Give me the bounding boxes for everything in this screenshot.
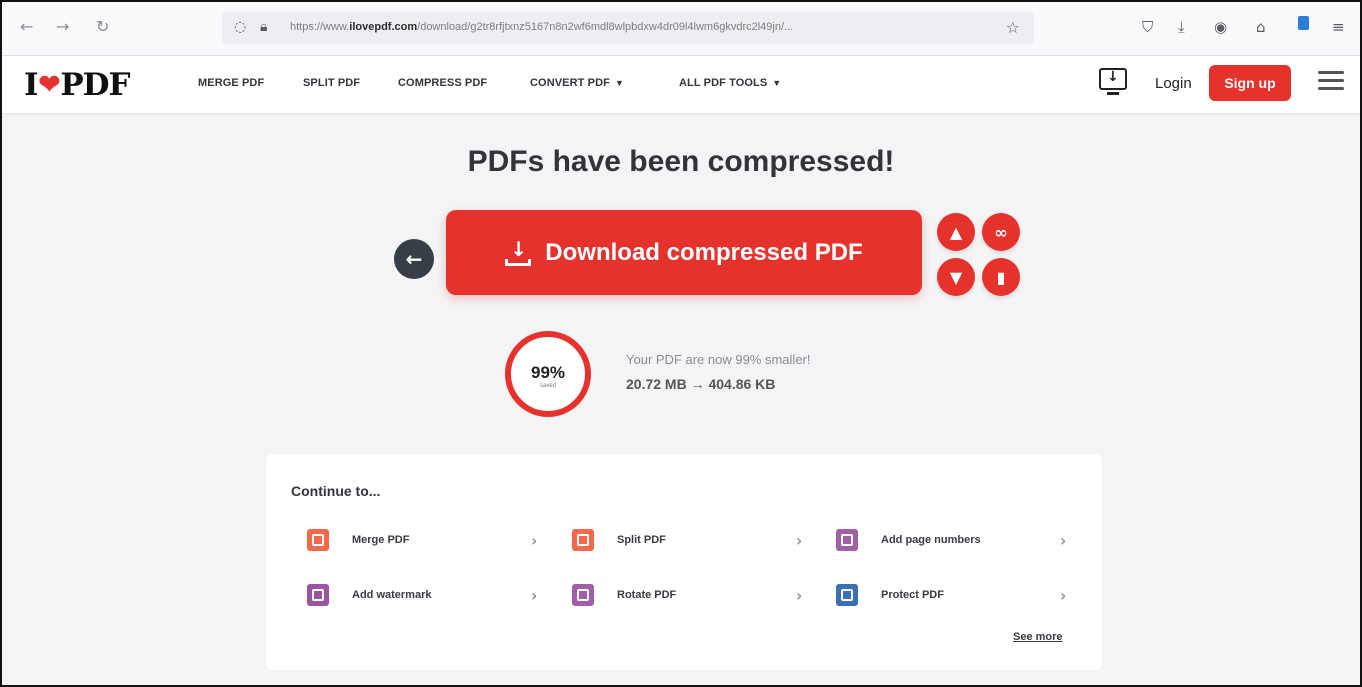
browser-toolbar: ← → ↻ ◌ 🔒︎ https://www.ilovepdf.com/down… bbox=[0, 0, 1362, 56]
desktop-app-icon[interactable]: ↓ bbox=[1096, 66, 1130, 98]
trash-icon: ▮ bbox=[996, 267, 1006, 287]
nav-convert-label: CONVERT PDF bbox=[530, 77, 610, 89]
url-domain: ilovepdf.com bbox=[349, 21, 418, 33]
share-link-button[interactable]: ∞ bbox=[982, 213, 1020, 251]
forward-arrow-icon[interactable]: → bbox=[56, 17, 69, 36]
caret-down-icon: ▼ bbox=[772, 78, 782, 88]
download-icon: ↓ bbox=[505, 237, 532, 267]
continue-add-watermark[interactable]: Add watermark › bbox=[307, 580, 571, 612]
nav-convert-pdf[interactable]: CONVERT PDF ▼ bbox=[530, 77, 624, 89]
watermark-icon bbox=[307, 584, 329, 606]
protect-pdf-icon bbox=[836, 584, 858, 606]
extension-badge-icon[interactable] bbox=[1298, 12, 1314, 34]
tool-label: Add watermark bbox=[352, 589, 432, 601]
reload-icon[interactable]: ↻ bbox=[96, 17, 109, 36]
compression-result-message: Your PDF are now 99% smaller! bbox=[626, 352, 811, 367]
dropbox-upload-button[interactable]: ▼ bbox=[937, 258, 975, 296]
extensions-icon[interactable]: ⌂ bbox=[1256, 18, 1266, 36]
tool-label: Split PDF bbox=[617, 534, 666, 546]
chevron-right-icon: › bbox=[531, 586, 538, 605]
heart-icon: ❤ bbox=[38, 70, 61, 100]
hamburger-menu-icon[interactable] bbox=[1318, 70, 1344, 92]
url-prefix: https://www. bbox=[290, 21, 350, 33]
continue-add-page-numbers[interactable]: Add page numbers › bbox=[836, 525, 1100, 557]
google-drive-upload-button[interactable]: ▲ bbox=[937, 213, 975, 251]
page-numbers-icon bbox=[836, 529, 858, 551]
continue-merge-pdf[interactable]: Merge PDF › bbox=[307, 525, 571, 557]
logo-letter: I bbox=[24, 67, 38, 103]
rotate-pdf-icon bbox=[572, 584, 594, 606]
nav-merge-pdf[interactable]: MERGE PDF bbox=[198, 77, 264, 89]
downloads-icon[interactable]: ⤓ bbox=[1178, 18, 1185, 36]
savings-ring: 99% saved bbox=[505, 331, 591, 417]
continue-protect-pdf[interactable]: Protect PDF › bbox=[836, 580, 1100, 612]
login-link[interactable]: Login bbox=[1155, 75, 1192, 92]
link-icon: ∞ bbox=[994, 222, 1008, 242]
continue-split-pdf[interactable]: Split PDF › bbox=[572, 525, 836, 557]
pocket-icon[interactable]: ⛉ bbox=[1142, 18, 1153, 36]
back-button[interactable]: ← bbox=[394, 239, 434, 279]
tool-label: Add page numbers bbox=[881, 534, 981, 546]
delete-button[interactable]: ▮ bbox=[982, 258, 1020, 296]
page-title: PDFs have been compressed! bbox=[467, 145, 895, 178]
url-path: /download/g2tr8rfjtxnz5167n8n2wf6mdl8wlp… bbox=[417, 21, 794, 33]
merge-pdf-icon bbox=[307, 529, 329, 551]
chevron-right-icon: › bbox=[531, 531, 538, 550]
menu-icon[interactable]: ≡ bbox=[1332, 18, 1345, 36]
bookmark-star-icon[interactable]: ☆ bbox=[1006, 18, 1020, 37]
chevron-right-icon: › bbox=[1060, 586, 1067, 605]
nav-compress-pdf[interactable]: COMPRESS PDF bbox=[398, 77, 487, 89]
nav-all-tools-label: ALL PDF TOOLS bbox=[679, 77, 768, 89]
arrow-left-icon: ← bbox=[405, 247, 423, 271]
continue-to-card: Continue to... Merge PDF › Split PDF › A… bbox=[266, 454, 1102, 670]
file-size-comparison: 20.72 MB → 404.86 KB bbox=[626, 376, 776, 392]
download-compressed-pdf-button[interactable]: ↓ Download compressed PDF bbox=[446, 210, 922, 295]
site-header: I ❤ PDF MERGE PDF SPLIT PDF COMPRESS PDF… bbox=[0, 56, 1362, 114]
continue-title: Continue to... bbox=[291, 483, 381, 499]
logo-word: PDF bbox=[60, 67, 130, 103]
lock-icon[interactable]: 🔒︎ bbox=[260, 19, 267, 35]
shield-icon[interactable]: ◌ bbox=[234, 19, 246, 35]
continue-rotate-pdf[interactable]: Rotate PDF › bbox=[572, 580, 836, 612]
tool-label: Merge PDF bbox=[352, 534, 410, 546]
download-button-label: Download compressed PDF bbox=[545, 238, 863, 266]
nav-split-pdf[interactable]: SPLIT PDF bbox=[303, 77, 360, 89]
chevron-right-icon: › bbox=[796, 531, 803, 550]
ilovepdf-logo[interactable]: I ❤ PDF bbox=[24, 65, 131, 105]
address-bar[interactable]: ◌ 🔒︎ https://www.ilovepdf.com/download/g… bbox=[222, 12, 1034, 44]
chevron-right-icon: › bbox=[796, 586, 803, 605]
savings-caption: saved bbox=[539, 383, 556, 389]
tool-label: Protect PDF bbox=[881, 589, 944, 601]
account-icon[interactable]: ◉ bbox=[1214, 18, 1227, 36]
back-arrow-icon[interactable]: ← bbox=[20, 17, 33, 36]
see-more-link[interactable]: See more bbox=[1013, 631, 1063, 643]
cloud-upload-icon: ▲ bbox=[949, 222, 963, 242]
url-text[interactable]: https://www.ilovepdf.com/download/g2tr8r… bbox=[290, 21, 980, 33]
signup-button[interactable]: Sign up bbox=[1209, 65, 1291, 101]
dropbox-icon: ▼ bbox=[949, 267, 963, 287]
nav-all-pdf-tools[interactable]: ALL PDF TOOLS ▼ bbox=[679, 77, 781, 89]
chevron-right-icon: › bbox=[1060, 531, 1067, 550]
split-pdf-icon bbox=[572, 529, 594, 551]
savings-percent: 99% bbox=[530, 363, 566, 382]
tool-label: Rotate PDF bbox=[617, 589, 677, 601]
caret-down-icon: ▼ bbox=[614, 78, 624, 88]
